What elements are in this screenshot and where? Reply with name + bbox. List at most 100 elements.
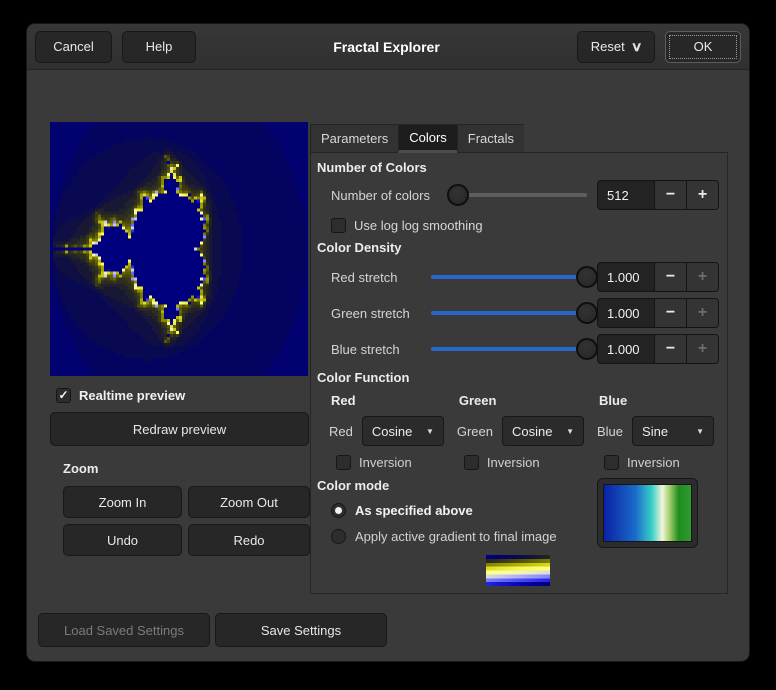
zoom-section-heading: Zoom [63, 461, 309, 476]
tab-colors[interactable]: Colors [398, 124, 457, 153]
help-button[interactable]: Help [122, 31, 196, 63]
number-of-colors-spinbutton: 512 − + [597, 180, 719, 210]
green-stretch-value[interactable]: 1.000 [598, 299, 654, 327]
apply-gradient-radio-row[interactable]: Apply active gradient to final image [331, 523, 597, 549]
red-function-column: Red Red Cosine ▼ ✓ Inversion [329, 389, 444, 475]
triangle-down-icon: ▼ [566, 427, 574, 436]
color-function-heading: Color Function [317, 367, 719, 389]
colormap-preview-canvas [486, 555, 550, 586]
red-function-label: Red [329, 424, 353, 439]
as-specified-radio[interactable] [331, 503, 346, 518]
red-column-header: Red [329, 389, 444, 413]
check-icon: ✓ [58, 389, 68, 401]
slider-knob[interactable] [447, 184, 469, 206]
zoom-out-button[interactable]: Zoom Out [188, 486, 310, 518]
gradient-preview [603, 484, 692, 542]
red-stretch-row: Red stretch 1.000 − + [331, 259, 719, 295]
reset-button-label: Reset [591, 39, 625, 54]
slider-knob[interactable] [576, 302, 598, 324]
colors-tab-page: Number of Colors Number of colors 512 − … [310, 153, 728, 594]
blue-inversion-row[interactable]: ✓ Inversion [604, 449, 714, 475]
slider-fill [431, 347, 587, 351]
green-function-value: Cosine [512, 424, 552, 439]
green-column-header: Green [457, 389, 584, 413]
number-of-colors-value[interactable]: 512 [598, 181, 654, 209]
green-stretch-row: Green stretch 1.000 − + [331, 295, 719, 331]
load-saved-settings-button[interactable]: Load Saved Settings [38, 613, 210, 647]
red-inversion-checkbox[interactable]: ✓ [336, 455, 351, 470]
color-mode-section: Color mode As specified above Apply acti… [317, 475, 719, 549]
plus-button[interactable]: + [686, 335, 718, 363]
blue-stretch-label: Blue stretch [331, 342, 427, 357]
save-settings-label: Save Settings [261, 623, 341, 638]
load-saved-settings-label: Load Saved Settings [64, 623, 184, 638]
minus-button[interactable]: − [654, 335, 686, 363]
red-inversion-label: Inversion [359, 455, 412, 470]
reset-button[interactable]: Reset ∨ [577, 31, 655, 63]
blue-stretch-value[interactable]: 1.000 [598, 335, 654, 363]
number-of-colors-heading: Number of Colors [317, 157, 719, 179]
red-function-dropdown[interactable]: Cosine ▼ [362, 416, 444, 446]
log-smoothing-checkbox[interactable]: ✓ [331, 218, 346, 233]
realtime-preview-checkbox-row[interactable]: ✓ Realtime preview [56, 387, 309, 403]
color-mode-options: Color mode As specified above Apply acti… [317, 475, 597, 549]
blue-stretch-row: Blue stretch 1.000 − + [331, 331, 719, 367]
realtime-preview-checkbox[interactable]: ✓ [56, 388, 71, 403]
log-smoothing-label: Use log log smoothing [354, 218, 483, 233]
apply-gradient-label: Apply active gradient to final image [355, 529, 557, 544]
tab-parameters[interactable]: Parameters [310, 124, 398, 153]
cancel-button[interactable]: Cancel [35, 31, 112, 63]
log-smoothing-row[interactable]: ✓ Use log log smoothing [331, 213, 719, 237]
tab-fractals[interactable]: Fractals [457, 124, 524, 153]
slider-knob[interactable] [576, 338, 598, 360]
as-specified-radio-row[interactable]: As specified above [331, 497, 597, 523]
blue-function-column: Blue Blue Sine ▼ ✓ Inversion [597, 389, 714, 475]
as-specified-label: As specified above [355, 503, 473, 518]
apply-gradient-radio[interactable] [331, 529, 346, 544]
number-of-colors-slider[interactable] [447, 184, 587, 206]
green-inversion-label: Inversion [487, 455, 540, 470]
tab-fractals-label: Fractals [468, 131, 514, 146]
color-density-heading: Color Density [317, 237, 719, 259]
zoom-in-button[interactable]: Zoom In [63, 486, 182, 518]
preview-panel: ✓ Realtime preview Redraw preview Zoom Z… [50, 122, 309, 555]
blue-inversion-checkbox[interactable]: ✓ [604, 455, 619, 470]
green-function-dropdown[interactable]: Cosine ▼ [502, 416, 584, 446]
green-inversion-checkbox[interactable]: ✓ [464, 455, 479, 470]
zoom-in-label: Zoom In [99, 495, 147, 510]
blue-stretch-slider[interactable] [431, 338, 587, 360]
number-of-colors-label: Number of colors [331, 188, 443, 203]
triangle-down-icon: ▼ [426, 427, 434, 436]
number-of-colors-row: Number of colors 512 − + [331, 179, 719, 211]
blue-function-dropdown[interactable]: Sine ▼ [632, 416, 714, 446]
redraw-preview-button[interactable]: Redraw preview [50, 412, 309, 446]
save-settings-button[interactable]: Save Settings [215, 613, 387, 647]
minus-button[interactable]: − [654, 263, 686, 291]
color-mode-heading: Color mode [317, 475, 597, 497]
titlebar: Cancel Help Fractal Explorer Reset ∨ OK [27, 24, 749, 70]
red-stretch-slider[interactable] [431, 266, 587, 288]
gradient-select-button[interactable] [597, 478, 698, 548]
plus-button[interactable]: + [686, 263, 718, 291]
blue-function-label: Blue [597, 424, 623, 439]
red-inversion-row[interactable]: ✓ Inversion [336, 449, 444, 475]
red-stretch-spinbutton: 1.000 − + [597, 262, 719, 292]
blue-stretch-spinbutton: 1.000 − + [597, 334, 719, 364]
red-stretch-value[interactable]: 1.000 [598, 263, 654, 291]
undo-button[interactable]: Undo [63, 524, 182, 556]
plus-button[interactable]: + [686, 181, 718, 209]
redo-button[interactable]: Redo [188, 524, 310, 556]
green-stretch-slider[interactable] [431, 302, 587, 324]
tab-colors-label: Colors [409, 130, 447, 145]
slider-knob[interactable] [576, 266, 598, 288]
settings-notebook: Parameters Colors Fractals Number of Col… [310, 124, 728, 594]
zoom-buttons: Zoom In Zoom Out Undo Redo [63, 486, 309, 555]
dialog-title: Fractal Explorer [206, 39, 567, 55]
ok-button[interactable]: OK [665, 31, 741, 63]
plus-button[interactable]: + [686, 299, 718, 327]
fractal-preview-canvas[interactable] [50, 122, 308, 376]
green-inversion-row[interactable]: ✓ Inversion [464, 449, 584, 475]
redo-label: Redo [233, 533, 264, 548]
minus-button[interactable]: − [654, 299, 686, 327]
minus-button[interactable]: − [654, 181, 686, 209]
